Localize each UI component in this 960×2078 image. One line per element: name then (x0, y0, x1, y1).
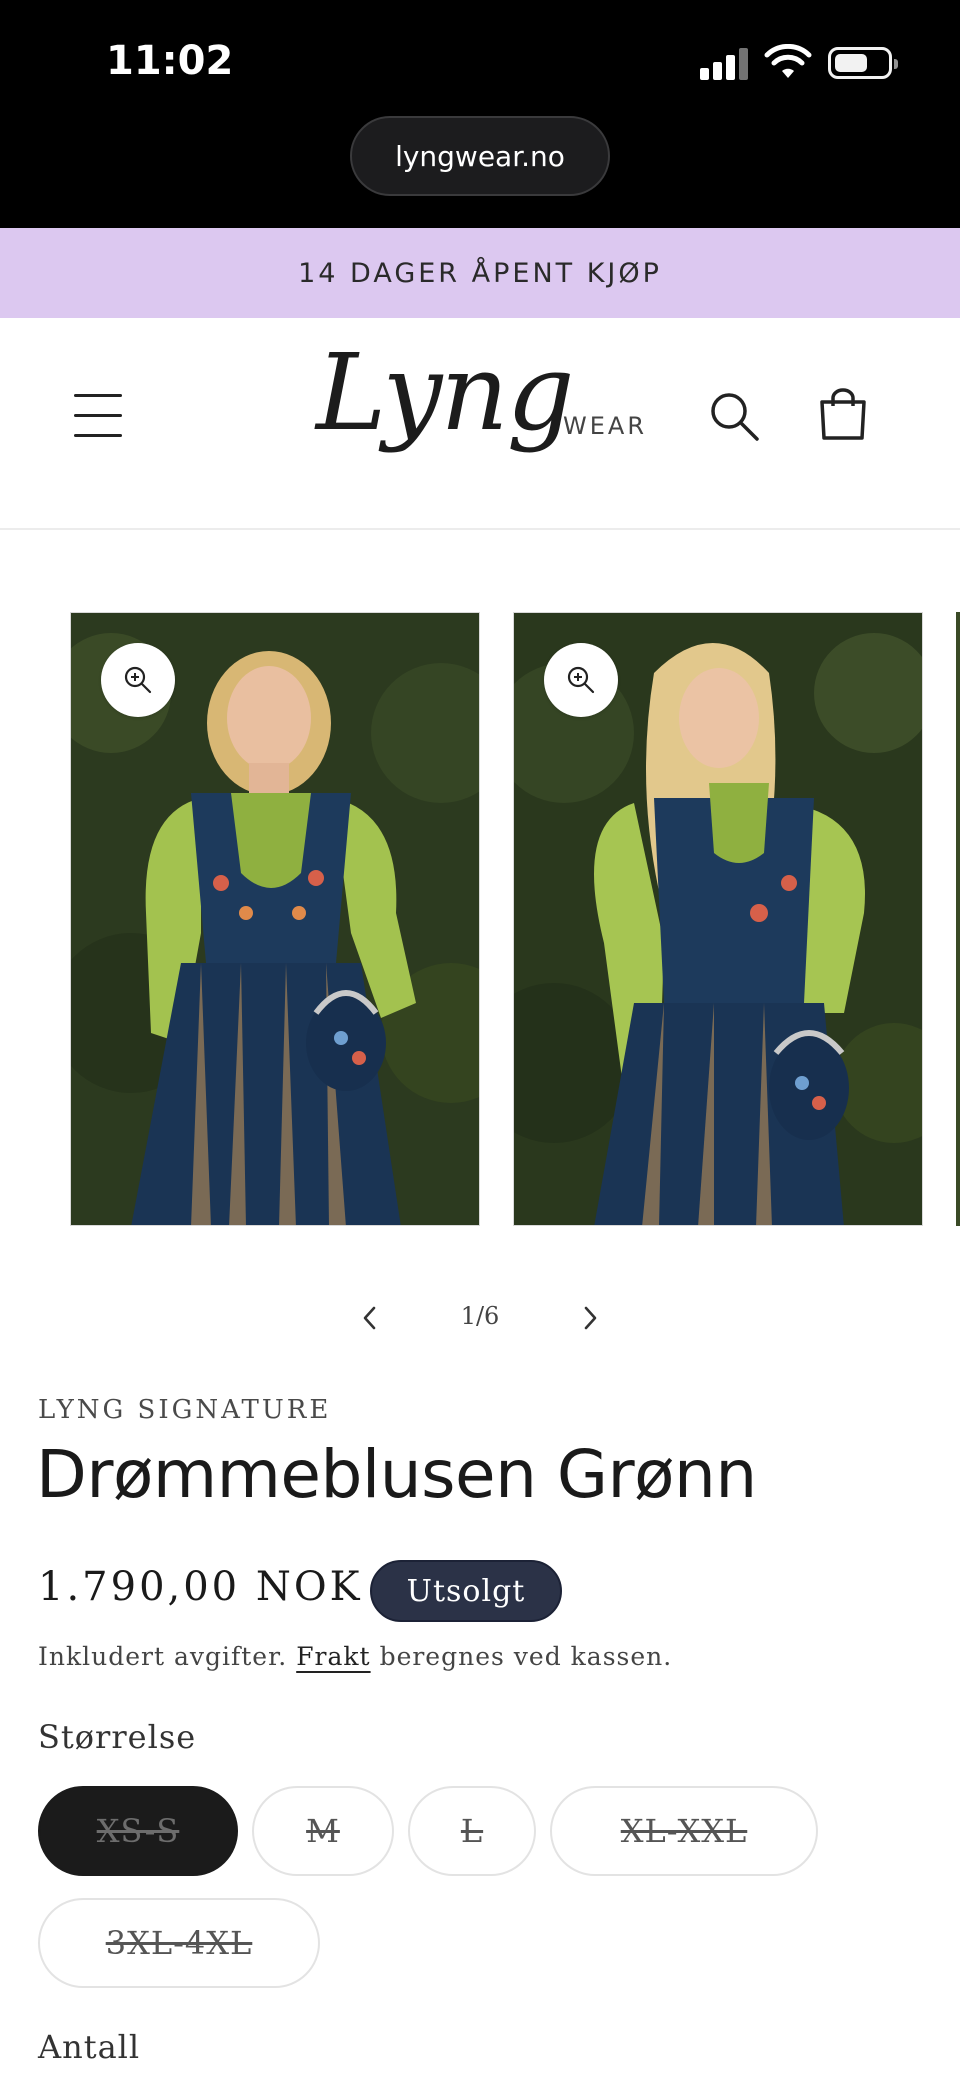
quantity-label: Antall (38, 2028, 141, 2066)
tax-info: Inkludert avgifter. Frakt beregnes ved k… (38, 1642, 672, 1671)
zoom-in-icon[interactable] (101, 643, 175, 717)
size-option-l[interactable]: L (408, 1786, 536, 1876)
size-option-3xl-4xl[interactable]: 3XL-4XL (38, 1898, 320, 1988)
cart-icon[interactable] (816, 388, 870, 442)
product-vendor: LYNG SIGNATURE (38, 1395, 332, 1425)
product-image-3-peek[interactable] (956, 612, 960, 1226)
announcement-bar: 14 DAGER ÅPENT KJØP (0, 228, 960, 318)
status-bar: 11:02 lyngwear.no (0, 0, 960, 228)
logo-subtext: WEAR (563, 412, 647, 440)
size-option-xl-xxl[interactable]: XL-XXL (550, 1786, 818, 1876)
wifi-icon (764, 44, 812, 78)
signal-icon (700, 46, 750, 80)
zoom-in-icon[interactable] (544, 643, 618, 717)
tax-prefix: Inkludert avgifter. (38, 1642, 288, 1671)
site-header: Lyng WEAR (0, 320, 960, 530)
tax-suffix: beregnes ved kassen. (379, 1642, 673, 1671)
size-label: Størrelse (38, 1718, 197, 1756)
product-title: Drømmeblusen Grønn (36, 1436, 757, 1513)
sold-out-badge: Utsolgt (370, 1560, 562, 1622)
pager-count: 1/6 (460, 1302, 500, 1330)
product-gallery[interactable] (0, 612, 960, 1228)
product-image-2[interactable] (513, 612, 923, 1226)
chevron-right-icon[interactable] (570, 1298, 610, 1338)
status-time: 11:02 (106, 38, 234, 84)
shipping-link[interactable]: Frakt (296, 1642, 370, 1671)
chevron-left-icon[interactable] (350, 1298, 390, 1338)
product-image-1[interactable] (70, 612, 480, 1226)
search-icon[interactable] (708, 390, 760, 442)
size-option-m[interactable]: M (252, 1786, 394, 1876)
url-bar[interactable]: lyngwear.no (350, 116, 610, 196)
battery-icon (828, 47, 898, 79)
size-option-xs-s[interactable]: XS-S (38, 1786, 238, 1876)
logo[interactable]: Lyng (316, 340, 575, 446)
menu-icon[interactable] (74, 394, 122, 438)
product-price: 1.790,00 NOK (38, 1564, 363, 1610)
gallery-pager: 1/6 (350, 1290, 610, 1350)
